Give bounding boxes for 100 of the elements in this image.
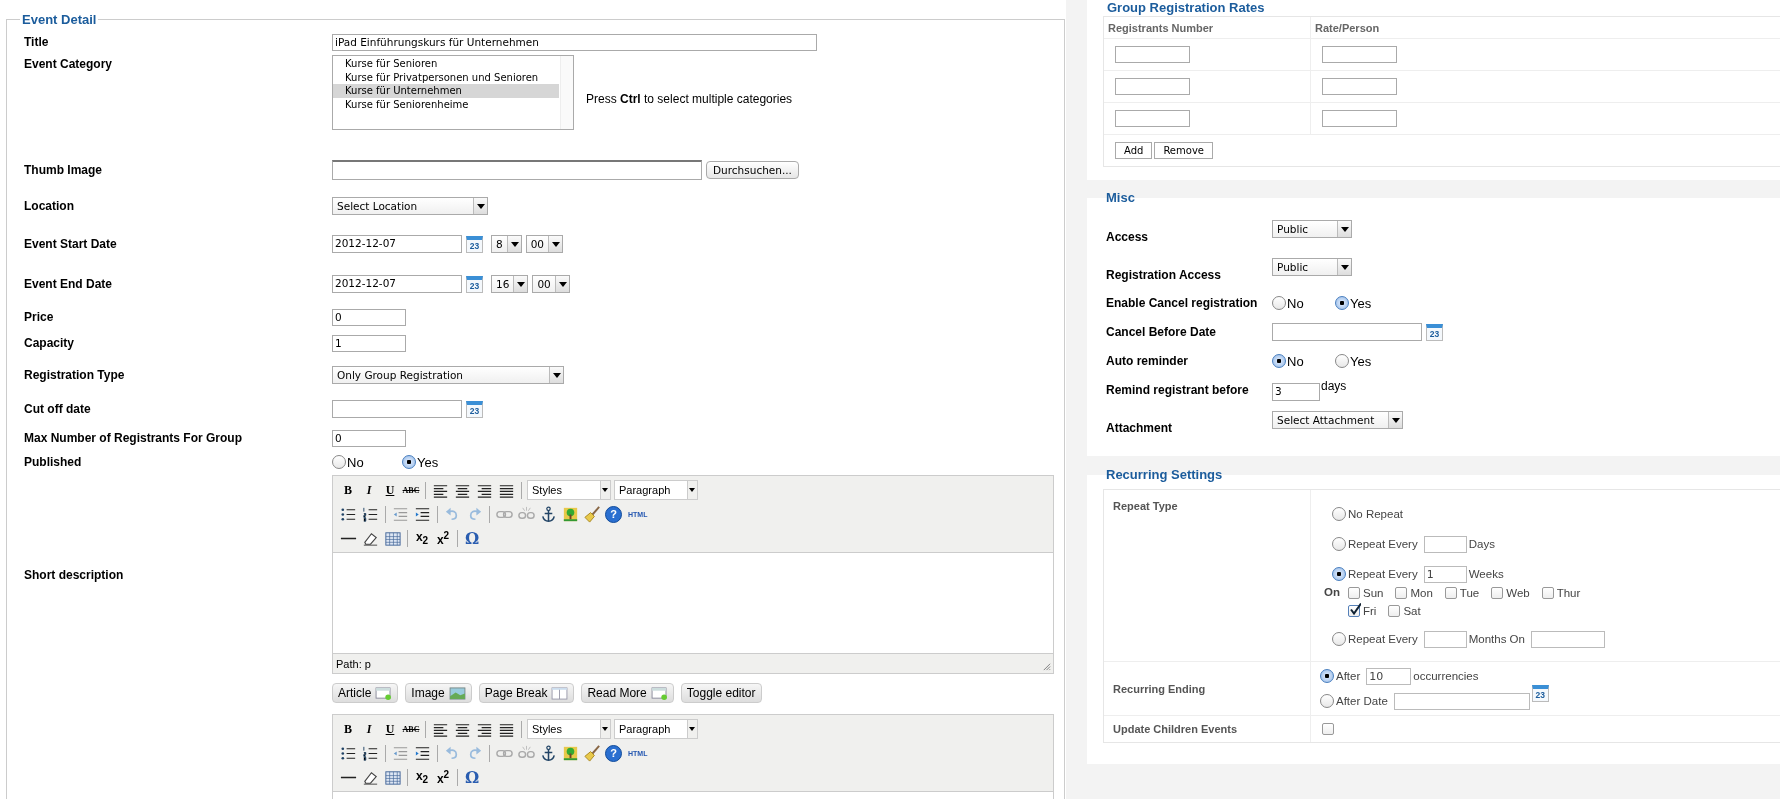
hour-dropdown[interactable]: 8 xyxy=(491,235,522,253)
anchor-icon[interactable] xyxy=(539,743,558,763)
table-button[interactable]: Remove xyxy=(1154,142,1213,159)
editor-button[interactable]: Article xyxy=(332,683,399,703)
special-character-button[interactable]: Ω xyxy=(463,767,481,787)
number-field[interactable] xyxy=(1115,46,1190,63)
number-field[interactable]: 1 xyxy=(1423,565,1467,583)
help-button[interactable]: ? xyxy=(605,505,622,523)
resize-grip-icon[interactable] xyxy=(1042,662,1051,671)
format-dropdown[interactable]: Paragraph xyxy=(614,719,698,739)
date-field[interactable] xyxy=(1272,323,1422,341)
minute-dropdown[interactable]: 00 xyxy=(525,235,564,253)
dropdown[interactable]: Select Location xyxy=(332,196,488,215)
field-label: Thumb Image xyxy=(24,163,102,177)
checkbox[interactable] xyxy=(1491,587,1504,599)
table-button[interactable]: Add xyxy=(1115,142,1153,159)
caret-icon xyxy=(513,276,528,292)
radio-button[interactable] xyxy=(1332,567,1346,581)
listbox-option[interactable]: Kurse für Senioren xyxy=(333,57,559,71)
checkbox[interactable] xyxy=(1444,587,1457,599)
rate-field[interactable] xyxy=(1322,46,1397,63)
checkbox[interactable] xyxy=(1322,723,1334,735)
calendar-icon[interactable]: 23 xyxy=(466,235,483,253)
radio-button[interactable] xyxy=(1332,507,1346,521)
editor-button[interactable]: Page Break xyxy=(478,683,575,703)
listbox-option[interactable]: Kurse für Seniorenheime xyxy=(333,97,559,111)
setting-label: Repeat Type xyxy=(1113,500,1178,512)
calendar-icon[interactable]: 23 xyxy=(1426,323,1443,341)
bold-button[interactable]: B xyxy=(339,482,357,498)
styles-dropdown[interactable]: Styles xyxy=(527,480,611,500)
radio-label: Yes xyxy=(1350,353,1372,369)
text-field[interactable] xyxy=(1530,630,1605,648)
minute-dropdown[interactable]: 00 xyxy=(532,275,570,293)
editor-button[interactable]: Image xyxy=(405,683,472,703)
radio-button[interactable] xyxy=(1332,537,1346,551)
text-field[interactable]: iPad Einführungskurs für Unternehmen xyxy=(332,33,817,51)
underline-button[interactable]: U xyxy=(381,482,399,498)
checkbox[interactable] xyxy=(1541,587,1554,599)
radio-button[interactable] xyxy=(1335,354,1349,368)
strikethrough-button[interactable]: ABC xyxy=(402,724,420,734)
number-field[interactable]: 10 xyxy=(1366,667,1412,685)
calendar-icon[interactable]: 23 xyxy=(466,275,483,293)
browse-button[interactable]: Durchsuchen... xyxy=(706,161,799,179)
broom-icon[interactable] xyxy=(583,504,602,524)
page-break-icon xyxy=(551,686,569,700)
radio-button[interactable] xyxy=(332,455,346,469)
special-character-button[interactable]: Ω xyxy=(463,528,481,548)
date-field[interactable]: 2012-12-07 xyxy=(332,235,462,253)
scrollbar-track[interactable] xyxy=(560,56,573,129)
date-field[interactable] xyxy=(1393,692,1530,710)
bold-button[interactable]: B xyxy=(339,721,357,737)
hour-dropdown[interactable]: 16 xyxy=(491,275,529,293)
listbox-option[interactable]: Kurse für Privatpersonen und Senioren xyxy=(333,70,559,84)
radio-button[interactable] xyxy=(1272,354,1286,368)
subscript-button[interactable]: x$_{2}$ xyxy=(413,768,431,786)
radio-button[interactable] xyxy=(1332,632,1346,646)
listbox-option[interactable]: Kurse für Unternehmen xyxy=(333,84,559,98)
underline-button[interactable]: U xyxy=(381,721,399,737)
number-field[interactable] xyxy=(1115,78,1190,95)
broom-icon[interactable] xyxy=(583,743,602,763)
anchor-icon[interactable] xyxy=(539,504,558,524)
superscript-button[interactable]: x$^{2}$ xyxy=(434,768,452,786)
superscript-button[interactable]: x$^{2}$ xyxy=(434,529,452,547)
checkbox[interactable] xyxy=(1348,605,1360,617)
radio-button[interactable] xyxy=(1320,694,1334,708)
format-dropdown[interactable]: Paragraph xyxy=(614,480,698,500)
italic-button[interactable]: I xyxy=(360,721,378,737)
radio-button[interactable] xyxy=(1335,296,1349,310)
checkbox[interactable] xyxy=(1388,605,1401,617)
file-field[interactable] xyxy=(332,160,702,180)
number-field[interactable]: 3 xyxy=(1272,382,1320,401)
dropdown[interactable]: Public xyxy=(1272,220,1352,238)
dropdown[interactable]: Only Group Registration xyxy=(332,365,564,384)
radio-button[interactable] xyxy=(1272,296,1286,310)
number-field[interactable]: 1 xyxy=(332,334,406,352)
italic-button[interactable]: I xyxy=(360,482,378,498)
radio-button[interactable] xyxy=(402,455,416,469)
number-field[interactable]: 0 xyxy=(332,429,406,447)
number-field[interactable] xyxy=(1115,110,1190,127)
dropdown[interactable]: Public xyxy=(1272,258,1352,276)
rate-field[interactable] xyxy=(1322,110,1397,127)
styles-dropdown[interactable]: Styles xyxy=(527,719,611,739)
date-field[interactable] xyxy=(332,400,462,418)
calendar-icon[interactable]: 23 xyxy=(1531,685,1549,702)
rate-field[interactable] xyxy=(1322,78,1397,95)
date-field[interactable]: 2012-12-07 xyxy=(332,275,462,293)
number-field[interactable] xyxy=(1423,535,1467,553)
checkbox[interactable] xyxy=(1348,587,1360,599)
radio-button[interactable] xyxy=(1320,669,1334,683)
dropdown[interactable]: Select Attachment xyxy=(1272,411,1404,429)
editor-button[interactable]: Read More xyxy=(581,683,674,703)
checkbox[interactable] xyxy=(1395,587,1408,599)
help-button[interactable]: ? xyxy=(605,744,622,762)
editor-button[interactable]: Toggle editor xyxy=(680,683,762,703)
category-listbox[interactable]: Kurse für Senioren Kurse für Privatpersonen und Senioren Kurse für Unternehmen Kurse für Seniorenheime xyxy=(332,55,574,130)
number-field[interactable]: 0 xyxy=(332,308,406,326)
subscript-button[interactable]: x$_{2}$ xyxy=(413,529,431,547)
strikethrough-button[interactable]: ABC xyxy=(402,485,420,495)
number-field[interactable] xyxy=(1423,630,1467,648)
calendar-icon[interactable]: 23 xyxy=(466,400,483,418)
